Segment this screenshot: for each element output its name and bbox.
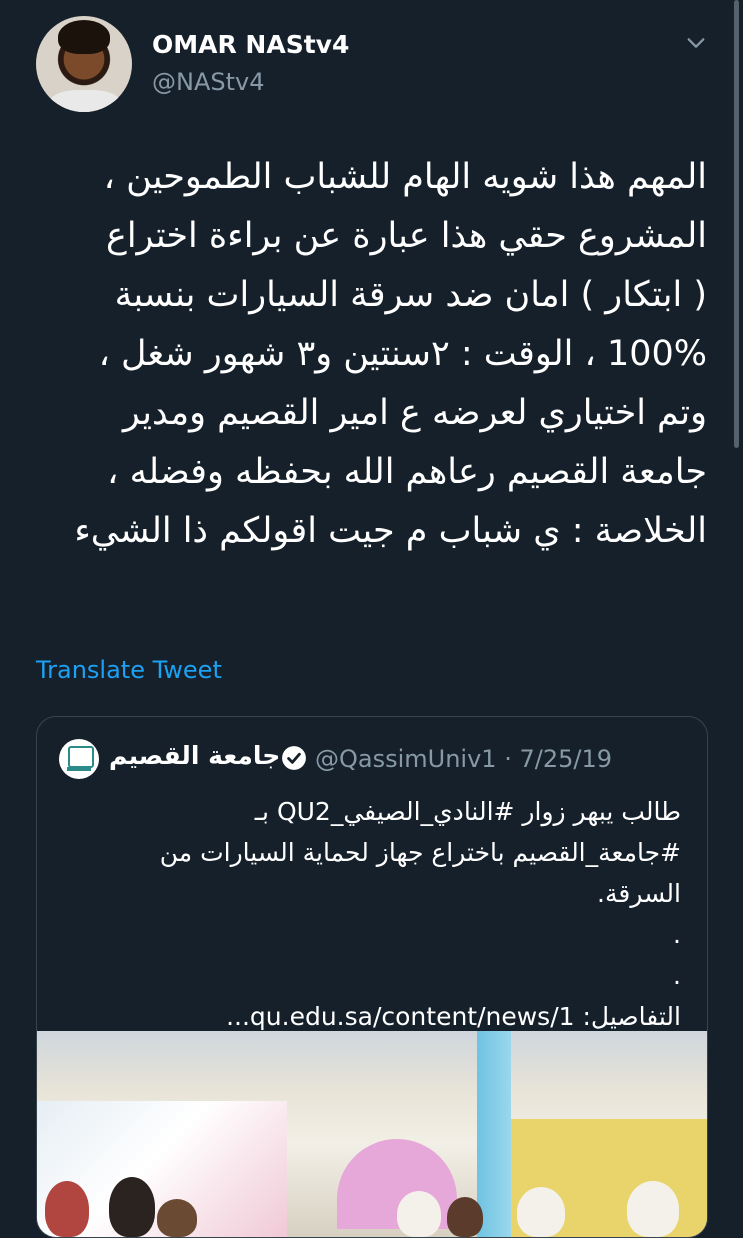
photo-person: [45, 1181, 89, 1237]
tweet-line: وتم اختياري لعرضه ع امير القصيم ومدير: [122, 393, 707, 433]
quoted-media-photo[interactable]: [37, 1031, 707, 1237]
tweet-line: جامعة القصيم رعاهم الله بحفظه وفضله ،: [107, 452, 707, 492]
photo-person: [517, 1187, 565, 1237]
quoted-line: طالب يبهر زوار #النادي_الصيفي_QU2 بـ: [254, 797, 681, 826]
photo-person: [397, 1191, 441, 1237]
author-name[interactable]: OMAR NAStv4: [152, 30, 349, 59]
scrollbar[interactable]: [734, 0, 739, 448]
quoted-line: .: [673, 920, 681, 949]
photo-person: [447, 1197, 483, 1237]
tweet-line: ( ابتكار ) امان ضد سرقة السيارات بنسبة: [114, 275, 707, 315]
tweet-header: OMAR NAStv4 @NAStv4: [36, 16, 707, 116]
avatar-shirt: [50, 90, 120, 112]
quoted-line: السرقة.: [597, 879, 681, 908]
avatar[interactable]: [36, 16, 132, 112]
avatar-hair: [58, 20, 110, 54]
translate-tweet-link[interactable]: Translate Tweet: [36, 656, 222, 684]
tweet-line: الخلاصة : ي شباب م جيت اقولكم ذا الشيء: [74, 511, 707, 551]
author-handle[interactable]: @NAStv4: [152, 68, 265, 96]
quoted-tweet-header: جامعة القصيم @QassimUniv1 · 7/25/19: [59, 739, 689, 781]
photo-person: [627, 1181, 679, 1237]
quoted-text: طالب يبهر زوار #النادي_الصيفي_QU2 بـ #جا…: [59, 791, 681, 1037]
photo-person: [157, 1199, 197, 1237]
tweet-text: المهم هذا شويه الهام للشباب الطموحين ، ا…: [36, 148, 707, 561]
quoted-handle-date: @QassimUniv1 · 7/25/19: [315, 745, 612, 773]
tweet-line: 100% ، الوقت : ٢سنتين و٣ شهور شغل ،: [98, 334, 707, 374]
university-logo[interactable]: [59, 739, 99, 779]
quoted-line: #جامعة_القصيم باختراع جهاز لحماية السيار…: [159, 838, 681, 867]
tweet-line: المهم هذا شويه الهام للشباب الطموحين ،: [103, 157, 707, 197]
quoted-tweet[interactable]: جامعة القصيم @QassimUniv1 · 7/25/19 طالب…: [36, 716, 708, 1238]
quoted-author-name[interactable]: جامعة القصيم: [109, 741, 280, 770]
tweet-line: المشروع حقي هذا عبارة عن براءة اختراع: [105, 216, 707, 256]
verified-badge-icon: [282, 746, 306, 770]
photo-person: [109, 1177, 155, 1237]
chevron-down-icon[interactable]: [685, 32, 707, 54]
quoted-line: .: [673, 961, 681, 990]
photo-pillar: [477, 1031, 511, 1237]
